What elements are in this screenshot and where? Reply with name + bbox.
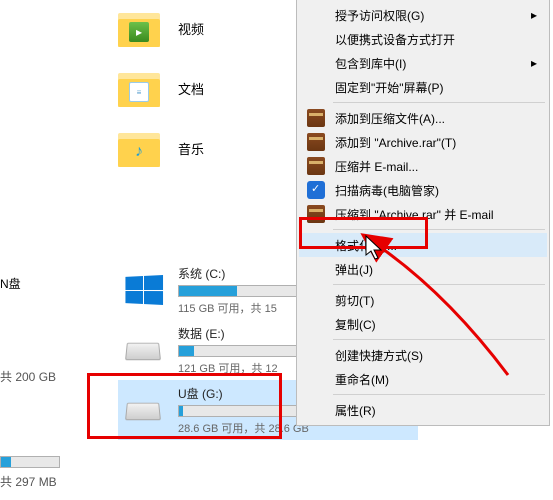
menu-format[interactable]: 格式化(A)... <box>299 233 547 257</box>
hdd-icon <box>124 336 162 364</box>
capacity-bar <box>178 405 308 417</box>
rar-icon <box>307 133 325 151</box>
hdd-icon <box>124 396 162 424</box>
drive-label: U盘 (G:) <box>178 385 309 402</box>
menu-include-library[interactable]: 包含到库中(I)▸ <box>299 51 547 75</box>
menu-cut[interactable]: 剪切(T) <box>299 288 547 312</box>
menu-separator <box>333 229 545 230</box>
menu-separator <box>333 284 545 285</box>
sidebar-capacity: 共 297 MB <box>0 473 57 490</box>
menu-separator <box>333 339 545 340</box>
folder-icon: ▸ <box>118 7 160 49</box>
menu-grant-access[interactable]: 授予访问权限(G)▸ <box>299 3 547 27</box>
sidebar-bar <box>0 456 60 468</box>
rar-icon <box>307 157 325 175</box>
menu-eject[interactable]: 弹出(J) <box>299 257 547 281</box>
menu-scan-virus[interactable]: 扫描病毒(电脑管家) <box>299 178 547 202</box>
folder-documents[interactable]: ≡ 文档 <box>118 60 298 116</box>
menu-pin-start[interactable]: 固定到"开始"屏幕(P) <box>299 75 547 99</box>
sidebar-capacity: 共 200 GB <box>0 368 56 385</box>
sidebar-fragment: N盘 <box>0 275 21 292</box>
menu-properties[interactable]: 属性(R) <box>299 398 547 422</box>
capacity-bar <box>178 285 308 297</box>
capacity-bar <box>178 345 308 357</box>
menu-compress-rar-email[interactable]: 压缩到 "Archive.rar" 并 E-mail <box>299 202 547 226</box>
folder-label: 视频 <box>178 19 204 38</box>
menu-rename[interactable]: 重命名(M) <box>299 367 547 391</box>
drive-capacity: 115 GB 可用，共 15 <box>178 300 308 316</box>
menu-add-archive-rar[interactable]: 添加到 "Archive.rar"(T) <box>299 130 547 154</box>
rar-icon <box>307 205 325 223</box>
menu-create-shortcut[interactable]: 创建快捷方式(S) <box>299 343 547 367</box>
folder-music[interactable]: ♪ 音乐 <box>118 120 298 176</box>
document-icon: ≡ <box>129 82 149 102</box>
folder-icon: ♪ <box>118 127 160 169</box>
folder-icon: ≡ <box>118 67 160 109</box>
menu-open-portable[interactable]: 以便携式设备方式打开 <box>299 27 547 51</box>
menu-compress-email[interactable]: 压缩并 E-mail... <box>299 154 547 178</box>
video-icon: ▸ <box>129 22 149 42</box>
context-menu: 授予访问权限(G)▸ 以便携式设备方式打开 包含到库中(I)▸ 固定到"开始"屏… <box>296 0 550 426</box>
drive-label: 系统 (C:) <box>178 265 308 282</box>
windows-icon <box>125 275 163 305</box>
folder-videos[interactable]: ▸ 视频 <box>118 0 298 56</box>
menu-separator <box>333 394 545 395</box>
menu-copy[interactable]: 复制(C) <box>299 312 547 336</box>
drive-label: 数据 (E:) <box>178 325 308 342</box>
menu-separator <box>333 102 545 103</box>
drive-capacity: 121 GB 可用，共 12 <box>178 360 308 376</box>
menu-add-archive[interactable]: 添加到压缩文件(A)... <box>299 106 547 130</box>
shield-icon <box>307 181 325 199</box>
music-icon: ♪ <box>129 142 149 162</box>
folder-label: 音乐 <box>178 139 204 158</box>
folder-label: 文档 <box>178 79 204 98</box>
drive-capacity: 28.6 GB 可用，共 28.6 GB <box>178 420 309 436</box>
rar-icon <box>307 109 325 127</box>
